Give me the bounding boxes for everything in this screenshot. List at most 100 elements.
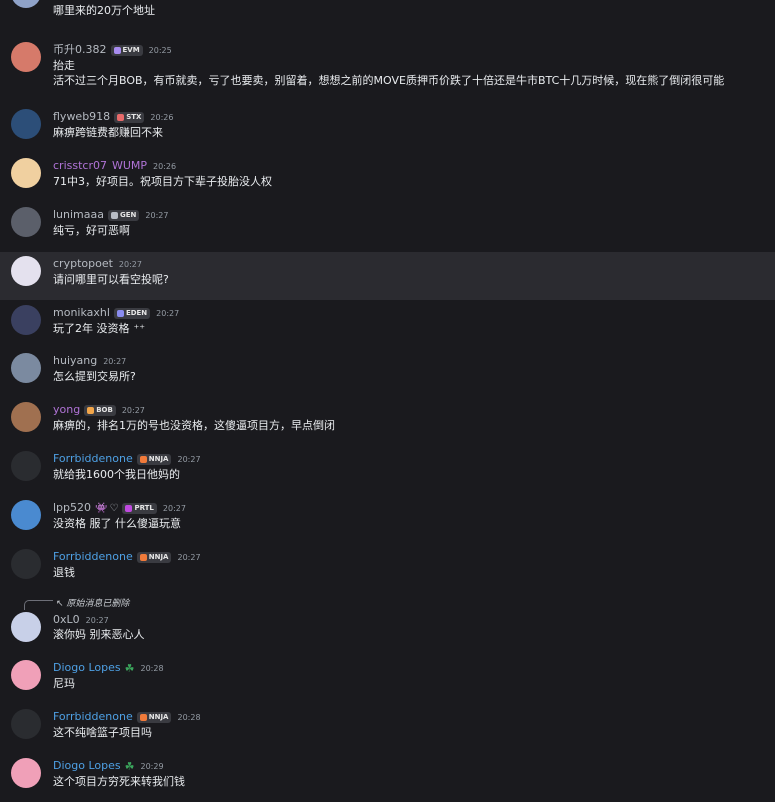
avatar[interactable]	[11, 0, 41, 8]
avatar[interactable]	[11, 158, 41, 188]
guild-tag: EDEN	[113, 307, 151, 319]
message-text: 71中3，好项目。祝项目方下辈子投胎没人权	[53, 175, 272, 188]
username[interactable]: flyweb918	[53, 110, 110, 124]
guild-tag: GEN	[108, 209, 140, 221]
stx-icon	[117, 113, 125, 121]
avatar[interactable]	[11, 353, 41, 383]
message-text: 这不纯啥篮子项目吗	[53, 726, 152, 739]
guild-tag: BOB	[84, 404, 116, 416]
message-text: 就给我1600个我日他妈的	[53, 468, 180, 481]
message-text: 活不过三个月BOB，有币就卖，亏了也要卖，别留着，想想之前的MOVE质押币价跌了…	[53, 74, 725, 87]
timestamp: 20:26	[150, 112, 174, 122]
username[interactable]: Diogo Lopes	[53, 661, 121, 675]
guild-tag: WUMP	[111, 159, 148, 172]
avatar[interactable]	[11, 709, 41, 739]
list-item: yong BOB 20:27 麻痹的，排名1万的号也没资格，这傻逼项目方，早点倒…	[0, 398, 775, 446]
avatar[interactable]	[11, 660, 41, 690]
avatar[interactable]	[11, 402, 41, 432]
timestamp: 20:27	[177, 552, 201, 562]
username[interactable]: 币升0.382	[53, 43, 107, 57]
username[interactable]: Diogo Lopes	[53, 759, 121, 773]
list-item: monikaxhl EDEN 20:27 玩了2年 没资格 ⁺⁺	[0, 301, 775, 349]
avatar[interactable]	[11, 612, 41, 642]
avatar[interactable]	[11, 500, 41, 530]
message-text: 请问哪里可以看空投呢?	[53, 273, 169, 286]
username[interactable]: Forrbiddenone	[53, 550, 133, 564]
message-text: 尼玛	[53, 677, 75, 690]
reply-line	[24, 600, 53, 610]
eden-icon	[116, 309, 124, 317]
message-text: 麻痹跨链费都赚回不来	[53, 126, 163, 139]
avatar[interactable]	[11, 758, 41, 788]
list-item: Forrbiddenone NNJA 20:27 退钱	[0, 545, 775, 593]
username[interactable]: Forrbiddenone	[53, 452, 133, 466]
username[interactable]: cryptopoet	[53, 257, 113, 271]
list-item: huiyang 20:27 怎么提到交易所?	[0, 349, 775, 397]
message-text: 滚你妈 别来恶心人	[53, 628, 145, 641]
username[interactable]: yong	[53, 403, 80, 417]
guild-tag: EVM	[110, 44, 143, 56]
username[interactable]: 0xL0	[53, 613, 80, 627]
list-item: 币升0.382 EVM 20:25 抬走 活不过三个月BOB，有币就卖，亏了也要…	[0, 38, 775, 98]
username[interactable]: monikaxhl	[53, 306, 110, 320]
fire-icon	[139, 455, 147, 463]
bob-icon	[87, 406, 95, 414]
fire-icon	[139, 553, 147, 561]
list-item: Forrbiddenone NNJA 20:27 就给我1600个我日他妈的	[0, 447, 775, 495]
message-text: 哪里来的20万个地址	[53, 4, 155, 17]
list-item: ↖ 原始消息已删除 0xL0 20:27 滚你妈 别来恶心人	[0, 599, 775, 652]
avatar[interactable]	[11, 207, 41, 237]
timestamp: 20:27	[177, 454, 201, 464]
evm-icon	[113, 46, 121, 54]
list-item: Forrbiddenone NNJA 20:28 这不纯啥篮子项目吗	[0, 705, 775, 753]
reply-preview[interactable]: ↖ 原始消息已删除	[56, 596, 129, 609]
gen-icon	[111, 211, 118, 219]
timestamp: 20:28	[177, 712, 201, 722]
message-text: 怎么提到交易所?	[53, 370, 136, 383]
fire-icon	[139, 713, 147, 721]
timestamp: 20:27	[85, 615, 109, 625]
list-item: flyweb918 STX 20:26 麻痹跨链费都赚回不来	[0, 105, 775, 153]
sparkle-icon: ⁺⁺	[133, 322, 146, 335]
alien-icon: 👾	[95, 502, 108, 514]
message-text: 这个项目方穷死来转我们钱	[53, 775, 185, 788]
list-item: Diogo Lopes ☘ 20:28 尼玛	[0, 656, 775, 704]
username[interactable]: lpp520	[53, 501, 91, 515]
list-item: lunimaaa GEN 20:27 纯亏，好可恶啊	[0, 203, 775, 251]
timestamp: 20:27	[145, 210, 169, 220]
list-item: cryptopoet 20:27 请问哪里可以看空投呢?	[0, 252, 775, 300]
message-text: 没资格 服了 什么傻逼玩意	[53, 517, 181, 530]
list-item: crisstcr07 WUMP 20:26 71中3，好项目。祝项目方下辈子投胎…	[0, 154, 775, 202]
guild-tag: NNJA	[136, 453, 172, 465]
guild-tag: NNJA	[136, 711, 172, 723]
guild-tag: STX	[114, 111, 145, 123]
message-text: 抬走	[53, 59, 75, 72]
username[interactable]: lunimaaa	[53, 208, 104, 222]
avatar[interactable]	[11, 549, 41, 579]
avatar[interactable]	[11, 451, 41, 481]
clover-icon: ☘	[124, 661, 135, 675]
list-item: lpp520 👾 ♡ PRTL 20:27 没资格 服了 什么傻逼玩意	[0, 496, 775, 544]
username[interactable]: Forrbiddenone	[53, 710, 133, 724]
chat-message-list: 哪里来的20万个地址 币升0.382 EVM 20:25 抬走 活不过三个月BO…	[0, 0, 775, 799]
username[interactable]: huiyang	[53, 354, 97, 368]
clover-icon: ☘	[124, 759, 135, 773]
timestamp: 20:27	[118, 259, 142, 269]
list-item: Diogo Lopes ☘ 20:29 这个项目方穷死来转我们钱	[0, 754, 775, 802]
timestamp: 20:25	[148, 45, 172, 55]
timestamp: 20:29	[140, 761, 164, 771]
avatar[interactable]	[11, 42, 41, 72]
timestamp: 20:27	[103, 356, 127, 366]
avatar[interactable]	[11, 305, 41, 335]
message-text: 玩了2年 没资格 ⁺⁺	[53, 322, 146, 335]
username[interactable]: crisstcr07	[53, 159, 107, 173]
timestamp: 20:26	[153, 161, 177, 171]
guild-tag: NNJA	[136, 551, 172, 563]
message-text: 纯亏，好可恶啊	[53, 224, 130, 237]
guild-tag: PRTL	[122, 502, 157, 514]
avatar[interactable]	[11, 109, 41, 139]
heart-icon: ♡	[109, 502, 119, 514]
message-text: 退钱	[53, 566, 75, 579]
avatar[interactable]	[11, 256, 41, 286]
timestamp: 20:27	[156, 308, 180, 318]
